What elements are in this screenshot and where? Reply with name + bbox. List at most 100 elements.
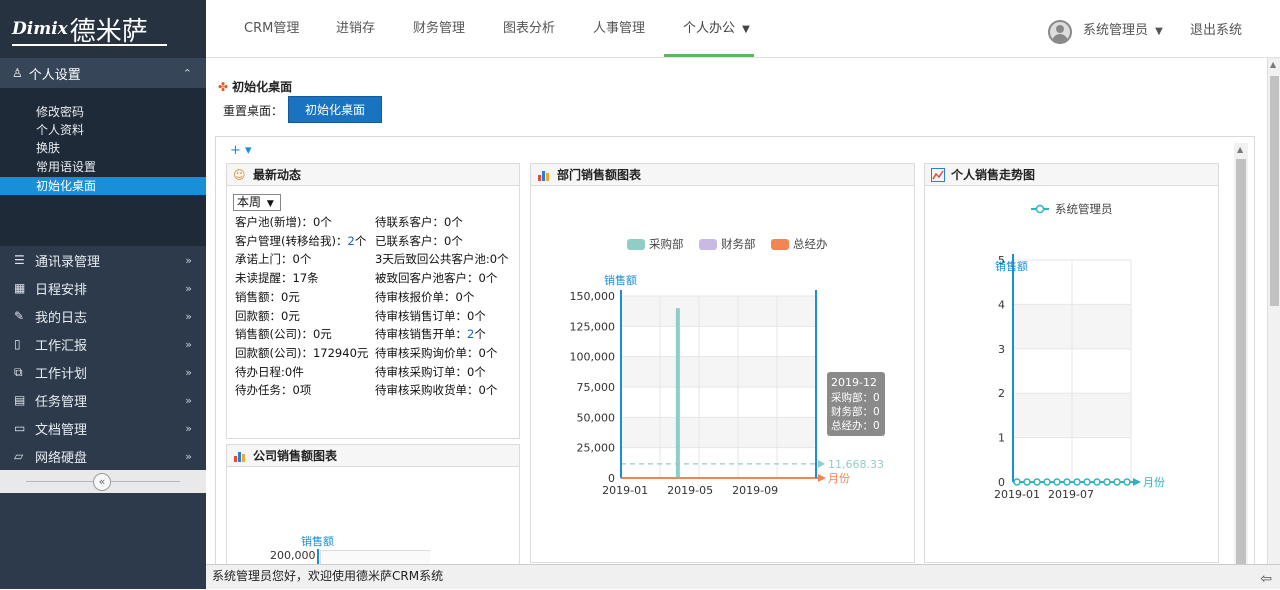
sidebar-group-contacts[interactable]: ☰ 通讯录管理 »	[0, 246, 206, 274]
news-item-value[interactable]: 2个	[347, 234, 366, 248]
company-sales-panel: 公司销售额图表 销售额 200,000	[226, 444, 520, 564]
chevron-down-icon: »	[185, 393, 192, 407]
news-item-value: 0元	[281, 308, 300, 323]
news-item-label: 待审核销售开单：	[375, 327, 467, 342]
sidebar-item-profile[interactable]: 个人资料	[0, 121, 206, 139]
top-menu-personal-office[interactable]: 个人办公 ▼	[683, 0, 750, 58]
news-item-label: 客户池(新增)：	[235, 215, 313, 229]
news-item-label: 已联系客户：	[375, 233, 444, 248]
legend-swatch	[627, 239, 645, 250]
add-widget-button[interactable]: + ▾	[230, 143, 252, 158]
series-point	[1073, 478, 1081, 486]
page-title-text: 初始化桌面	[232, 80, 293, 94]
user-icon: ☺	[233, 167, 246, 182]
top-menu-hr[interactable]: 人事管理	[593, 0, 645, 58]
personal-trend-panel-header: 个人销售走势图	[925, 164, 1218, 186]
init-desktop-button[interactable]: 初始化桌面	[288, 96, 382, 123]
exit-icon[interactable]: ⇦	[1260, 568, 1272, 590]
news-panel-title: 最新动态	[253, 168, 302, 182]
x-tick-label: 2019-09	[732, 484, 778, 497]
user-menu[interactable]: 系统管理员 ▼	[1083, 0, 1163, 63]
y-tick-label: 125,000	[570, 320, 616, 333]
average-line-arrow	[818, 459, 825, 468]
page-scrollbar[interactable]: ▲	[1267, 58, 1280, 564]
x-axis-arrow	[1133, 478, 1141, 486]
scroll-thumb[interactable]	[1270, 76, 1279, 306]
sidebar-group-netdisk[interactable]: ▱ 网络硬盘 »	[0, 442, 206, 470]
sidebar-collapse-bar: «	[0, 470, 206, 493]
news-item: 已联系客户：0个	[375, 233, 463, 249]
company-chart-ytick: 200,000	[270, 549, 316, 562]
news-item-label: 待联系客户：	[375, 215, 444, 229]
sidebar-group-journal[interactable]: ✎ 我的日志 »	[0, 302, 206, 330]
news-item-value[interactable]: 2个	[467, 327, 486, 341]
personal-trend-panel: 个人销售走势图 系统管理员 0 1 2 3 4 5 销售额 月份 2019-01 2019-07	[924, 163, 1219, 563]
y-axis-label: 销售额	[604, 273, 637, 287]
y-tick-label: 2	[998, 387, 1005, 400]
news-item: 待联系客户：0个	[375, 214, 463, 230]
sidebar-group-reports[interactable]: ▯ 工作汇报 »	[0, 330, 206, 358]
news-item: 待审核采购询价单：0个	[375, 345, 497, 361]
top-menu-finance[interactable]: 财务管理	[413, 0, 465, 58]
sidebar-group-label: 日程安排	[35, 282, 88, 298]
news-item-value: 0个	[444, 233, 463, 248]
personal-trend-panel-title: 个人销售走势图	[951, 168, 1036, 182]
news-item-label: 待审核采购收货单：	[375, 383, 479, 398]
grid-band	[621, 417, 816, 448]
desk-scrollbar[interactable]: ▲	[1234, 143, 1248, 564]
series-point	[1053, 478, 1061, 486]
top-menu-inventory[interactable]: 进销存	[336, 0, 375, 58]
sidebar-group-plans[interactable]: ⧉ 工作计划 »	[0, 358, 206, 386]
legend-label: 系统管理员	[1055, 202, 1113, 216]
task-icon: ▤	[14, 393, 26, 407]
news-item: 待审核采购收货单：0个	[375, 382, 497, 398]
sidebar-group-documents[interactable]: ▭ 文档管理 »	[0, 414, 206, 442]
folder-open-icon: ▱	[14, 449, 24, 463]
sidebar-item-change-password[interactable]: 修改密码	[0, 103, 206, 121]
top-menu-crm[interactable]: CRM管理	[244, 0, 299, 58]
scroll-thumb[interactable]	[1236, 159, 1246, 564]
sidebar-group-label: 我的日志	[35, 310, 88, 326]
news-item-value: 0个	[467, 308, 486, 323]
list-icon: ☰	[14, 253, 25, 267]
y-tick-label: 25,000	[577, 442, 616, 455]
sidebar-group-schedule[interactable]: ▦ 日程安排 »	[0, 274, 206, 302]
avatar[interactable]	[1048, 20, 1072, 44]
tooltip-line: 总经办：0	[831, 419, 880, 432]
news-item: 待办日程:0件	[235, 364, 304, 380]
logout-link[interactable]: 退出系统	[1190, 0, 1242, 62]
sidebar-item-init-desktop[interactable]: 初始化桌面	[0, 177, 206, 195]
news-item-label: 回款额(公司)：	[235, 345, 313, 360]
department-sales-panel: 部门销售额图表 采购部 财务部 总经办 0 25,000 50,000 75,000 100,…	[530, 163, 915, 563]
news-item-value: 0件	[284, 364, 304, 379]
sidebar-item-skin[interactable]: 换肤	[0, 139, 206, 157]
sidebar-item-phrases[interactable]: 常用语设置	[0, 158, 206, 176]
top-menu-charts[interactable]: 图表分析	[503, 0, 555, 58]
scroll-up-icon: ▲	[1237, 145, 1244, 154]
legend-label: 财务部	[721, 237, 756, 251]
collapse-sidebar-button[interactable]: «	[93, 473, 111, 491]
department-sales-panel-title: 部门销售额图表	[557, 168, 642, 182]
news-item: 承诺上门：0个	[235, 251, 311, 267]
y-axis-label: 销售额	[995, 259, 1028, 273]
line-chart-icon	[931, 167, 945, 182]
news-item-value: 0个	[444, 215, 463, 229]
news-item-label: 待审核销售订单：	[375, 308, 467, 323]
period-select-value: 本周	[237, 195, 262, 209]
copy-icon: ⧉	[14, 364, 23, 379]
period-select[interactable]: 本周 ▼	[233, 194, 281, 211]
news-item-value: 0个	[489, 252, 509, 267]
x-axis-arrow	[818, 474, 826, 482]
sidebar-group-personal-settings[interactable]: ♙ 个人设置 ⌃	[0, 58, 206, 88]
sidebar-group-label: 任务管理	[35, 394, 88, 410]
news-item-value: 0个	[478, 345, 498, 360]
sidebar-group-tasks[interactable]: ▤ 任务管理 »	[0, 386, 206, 414]
news-item: 待审核报价单：0个	[375, 289, 474, 305]
news-item-value: 17条	[292, 271, 319, 286]
bar-chart-icon	[538, 170, 549, 181]
series-point	[1103, 478, 1111, 486]
reset-desktop-label: 重置桌面：	[223, 104, 284, 118]
y-tick-label: 1	[998, 432, 1005, 445]
news-item-label: 客户管理(转移给我)：	[235, 233, 348, 248]
user-name: 系统管理员	[1083, 23, 1149, 38]
